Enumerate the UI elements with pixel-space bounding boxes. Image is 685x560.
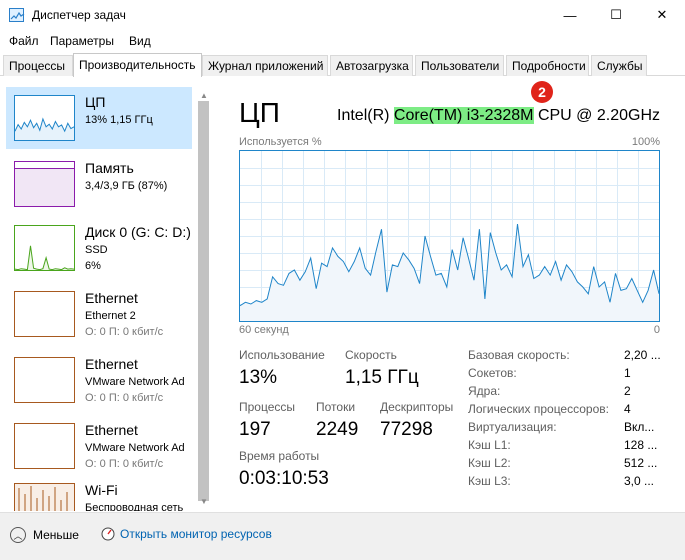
sidebar-item-detail: Беспроводная сеть [85,502,184,511]
spec-logical-label: Логических процессоров: [468,402,609,416]
handles-value: 77298 [380,419,433,440]
spec-l2-label: Кэш L2: [468,456,511,470]
tab-bar: Процессы Производительность Журнал прило… [0,53,685,77]
fewer-details-label: Меньше [33,528,79,542]
threads-label: Потоки [316,400,356,414]
usage-value: 13% [239,367,278,388]
sidebar-item-label: Диск 0 (G: C: D:) [85,224,191,240]
fewer-details-button[interactable]: ︿ Меньше [10,527,79,543]
spec-sockets-label: Сокетов: [468,366,517,380]
spec-l3-label: Кэш L3: [468,474,511,488]
menu-file[interactable]: Файл [9,34,39,48]
close-button[interactable]: ✕ [639,0,685,30]
sidebar-item-label: Wi-Fi [85,482,118,498]
sidebar-item-detail: 3,4/3,9 ГБ (87%) [85,180,168,192]
memory-thumbnail-graph [14,161,75,207]
sidebar-item-ethernet-1[interactable]: Ethernet Ethernet 2 О: 0 П: 0 кбит/с [6,283,192,345]
spec-base-speed-label: Базовая скорость: [468,348,570,362]
uptime-label: Время работы [239,449,320,463]
sidebar-item-label: ЦП [85,94,106,110]
spec-cores-label: Ядра: [468,384,501,398]
task-manager-icon [9,8,25,22]
menu-bar: Файл Параметры Вид [0,30,685,52]
graph-time-now: 0 [653,324,660,336]
spec-l1-label: Кэш L1: [468,438,511,452]
maximize-button[interactable]: ☐ [593,0,639,30]
spec-cores-value: 2 [624,384,631,398]
cpu-usage-graph [239,150,660,322]
spec-virtualization-value: Вкл... [624,420,655,434]
status-footer: ︿ Меньше Открыть монитор ресурсов [0,512,685,560]
sidebar-item-ethernet-3[interactable]: Ethernet VMware Network Ad О: 0 П: 0 кби… [6,415,192,477]
sidebar-item-disk[interactable]: Диск 0 (G: C: D:) SSD 6% [6,217,192,279]
title-bar: Диспетчер задач — ☐ ✕ [0,0,685,30]
chevron-up-icon: ︿ [10,527,26,543]
sidebar-item-detail: VMware Network Ad [85,442,185,454]
cpu-detail-panel: ЦП Intel(R) Core(TM) i3-2328M CPU @ 2.20… [212,77,685,511]
ethernet-thumbnail-graph [14,423,75,469]
graph-caption-usage: Используется % [239,136,322,148]
sidebar-item-detail: 13% 1,15 ГГц [85,114,153,126]
sidebar-item-throughput: О: 0 П: 0 кбит/с [85,326,164,338]
sidebar-item-label: Ethernet [85,422,138,438]
threads-value: 2249 [316,419,359,440]
processes-label: Процессы [239,400,296,414]
sidebar-item-detail: Ethernet 2 [85,310,136,322]
handles-label: Дескрипторы [380,400,454,414]
resource-monitor-icon [101,527,115,541]
tab-performance[interactable]: Производительность [73,53,202,77]
tab-users[interactable]: Пользователи [415,55,504,76]
scroll-down-arrow-icon[interactable]: ▼ [200,497,208,506]
sidebar-item-label: Ethernet [85,290,138,306]
sidebar-item-usage: 6% [85,260,101,272]
ethernet-thumbnail-graph [14,291,75,337]
cpu-model-highlight: Core(TM) i3-2328M [393,107,534,124]
open-resource-monitor-label: Открыть монитор ресурсов [120,527,272,541]
spec-virtualization-label: Виртуализация: [468,420,557,434]
speed-value: 1,15 ГГц [345,367,419,388]
spec-sockets-value: 1 [624,366,631,380]
window-title: Диспетчер задач [32,8,126,22]
sidebar-item-label: Память [85,160,134,176]
spec-l2-value: 512 ... [624,456,658,470]
wifi-thumbnail-graph [14,483,75,511]
sidebar-item-ethernet-2[interactable]: Ethernet VMware Network Ad О: 0 П: 0 кби… [6,349,192,411]
tab-services[interactable]: Службы [591,55,647,76]
spec-logical-value: 4 [624,402,631,416]
minimize-button[interactable]: — [547,0,593,30]
scrollbar-thumb[interactable] [198,101,209,501]
thumbnail-area [15,245,74,270]
tab-startup[interactable]: Автозагрузка [330,55,413,76]
processes-value: 197 [239,419,271,440]
page-title: ЦП [239,97,280,128]
scroll-up-arrow-icon[interactable]: ▲ [200,91,208,100]
sidebar-item-throughput: О: 0 П: 0 кбит/с [85,458,164,470]
sidebar-item-throughput: О: 0 П: 0 кбит/с [85,392,164,404]
resource-sidebar: ЦП 13% 1,15 ГГц Память 3,4/3,9 ГБ (87%) … [0,77,211,511]
menu-view[interactable]: Вид [129,34,151,48]
tab-processes[interactable]: Процессы [3,55,73,76]
sidebar-item-detail: SSD [85,244,108,256]
open-resource-monitor-link[interactable]: Открыть монитор ресурсов [101,527,272,541]
sidebar-item-memory[interactable]: Память 3,4/3,9 ГБ (87%) [6,153,192,215]
tab-details[interactable]: Подробности [506,55,589,76]
cpu-model-name: Intel(R) Core(TM) i3-2328M CPU @ 2.20GHz [337,107,660,124]
graph-caption-max: 100% [631,136,660,148]
ethernet-thumbnail-graph [14,357,75,403]
cpu-thumbnail-graph [14,95,75,141]
graph-time-window: 60 секунд [239,324,289,336]
menu-options[interactable]: Параметры [50,34,114,48]
spec-base-speed-value: 2,20 ... [624,348,661,362]
uptime-value: 0:03:10:53 [239,468,329,489]
sidebar-item-detail: VMware Network Ad [85,376,185,388]
sidebar-item-label: Ethernet [85,356,138,372]
speed-label: Скорость [345,348,397,362]
usage-label: Использование [239,348,325,362]
sidebar-item-cpu[interactable]: ЦП 13% 1,15 ГГц [6,87,192,149]
disk-thumbnail-graph [14,225,75,271]
sidebar-item-wifi[interactable]: Wi-Fi Беспроводная сеть [6,475,192,511]
spec-l1-value: 128 ... [624,438,658,452]
tab-app-history[interactable]: Журнал приложений [202,55,328,76]
spec-l3-value: 3,0 ... [624,474,655,488]
